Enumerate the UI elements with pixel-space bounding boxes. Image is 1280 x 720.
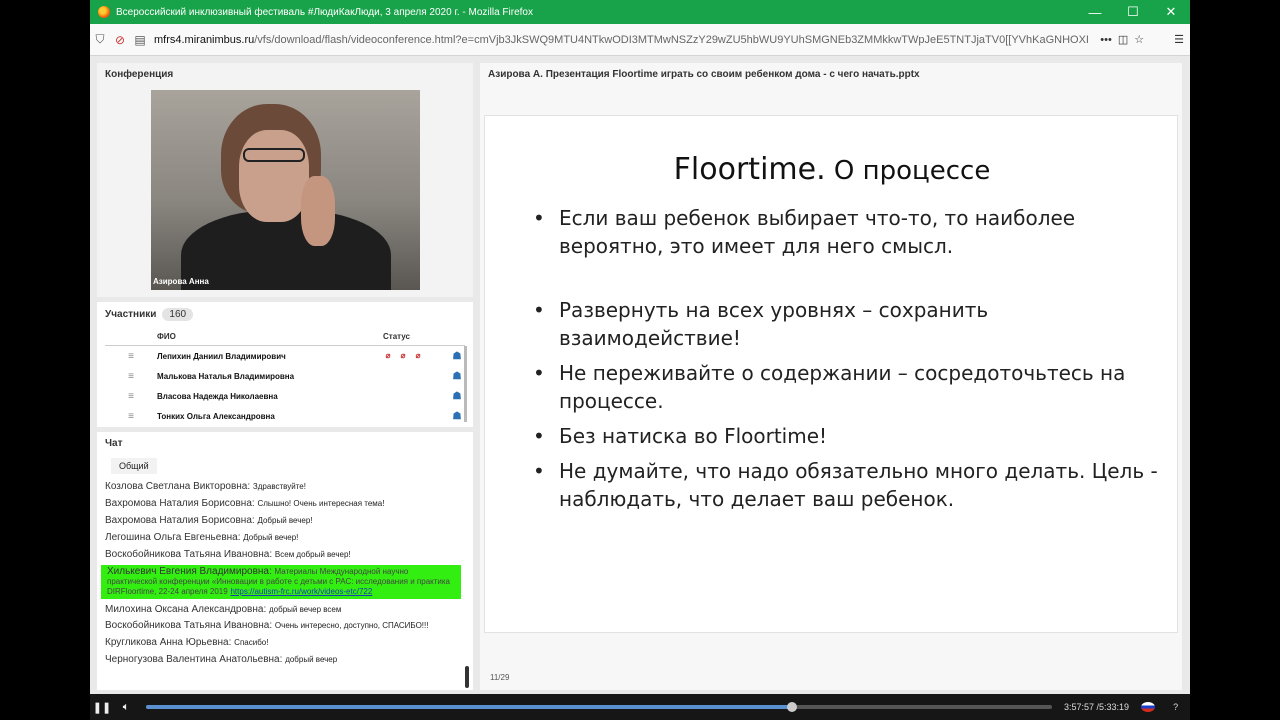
chat-tab-general[interactable]: Общий	[111, 458, 157, 474]
participant-row[interactable]: ≡ Малькова Наталья Владимировна ☗	[105, 366, 465, 386]
maximize-button[interactable]: ☐	[1114, 4, 1152, 20]
slide-bullet: Без натиска во Floortime!	[529, 422, 1159, 450]
help-button[interactable]: ?	[1173, 702, 1178, 712]
participant-name: Малькова Наталья Владимировна	[157, 371, 295, 381]
participant-row[interactable]: ≡ Лепихин Даниил Владимирович ⌀ ⌀ ⌀ ☗	[105, 346, 465, 366]
col-status-header: Статус	[383, 332, 410, 341]
video-caption: Азирова Анна	[153, 277, 209, 286]
chat-message: Милохина Оксана Александровна: добрый ве…	[105, 604, 342, 615]
close-button[interactable]: ✕	[1152, 4, 1190, 20]
url-path: /vfs/download/flash/videoconference.html…	[254, 33, 1089, 46]
chat-message: Легошина Ольга Евгеньевна: Добрый вечер!	[105, 532, 299, 543]
camera-muted-icon[interactable]: ⌀	[398, 351, 408, 361]
participant-row[interactable]: ≡ Тонких Ольга Александровна ☗	[105, 406, 465, 426]
volume-icon[interactable]: 🔈︎	[114, 701, 138, 714]
conference-title: Конференция	[105, 69, 174, 80]
user-icon: ☗	[452, 410, 462, 422]
chat-message-highlighted: Хилькевич Евгения Владимировна: Материал…	[101, 565, 461, 599]
shield-icon[interactable]: ⛉	[90, 32, 110, 47]
window-titlebar: Всероссийский инклюзивный фестиваль #Люд…	[90, 0, 1190, 24]
slide-bullet: Не думайте, что надо обязательно много д…	[529, 457, 1159, 513]
seek-handle[interactable]	[786, 702, 797, 712]
slide: Floortime. О процессе Если ваш ребенок в…	[484, 115, 1178, 633]
chat-message: Воскобойникова Татьяна Ивановна: Очень и…	[105, 620, 429, 631]
participants-header: ФИО Статус	[105, 328, 465, 346]
participant-name: Власова Надежда Николаевна	[157, 391, 278, 401]
participant-name: Тонких Ольга Александровна	[157, 411, 275, 421]
user-icon: ☗	[452, 390, 462, 402]
chat-message: Козлова Светлана Викторовна: Здравствуйт…	[105, 481, 306, 492]
chat-message: Воскобойникова Татьяна Ивановна: Всем до…	[105, 549, 351, 560]
drag-handle-icon[interactable]: ≡	[105, 351, 157, 362]
player-bar: ❚❚ 🔈︎ 3:57:57 /5:33:19 ?	[90, 694, 1190, 720]
browser-navbar: ⛉ ⊘ ▤ mfrs4.miranimbus.ru/vfs/download/f…	[90, 24, 1190, 56]
video-feed[interactable]: Азирова Анна	[151, 90, 420, 290]
slide-bullets: Если ваш ребенок выбирает что-то, то наи…	[529, 204, 1159, 520]
slide-bullet: Развернуть на всех уровнях – сохранить в…	[529, 296, 1159, 352]
presentation-header: Азирова А. Презентация Floortime играть …	[488, 69, 920, 80]
participants-table: ФИО Статус ≡ Лепихин Даниил Владимирович…	[105, 328, 465, 426]
speaker-face	[239, 130, 309, 222]
page-actions-button[interactable]: •••	[1100, 34, 1112, 46]
presentation-panel: Азирова А. Презентация Floortime играть …	[480, 63, 1182, 690]
user-icon: ☗	[452, 350, 462, 362]
screen-muted-icon[interactable]: ⌀	[413, 351, 423, 361]
chat-message-list[interactable]: Козлова Светлана Викторовна: Здравствуйт…	[97, 478, 465, 688]
chat-panel: Чат Общий Козлова Светлана Викторовна: З…	[97, 432, 473, 690]
page-icon: ▤	[134, 32, 146, 47]
mic-muted-icon[interactable]: ⌀	[383, 351, 393, 361]
slide-bullet: Не переживайте о содержании – сосредоточ…	[529, 359, 1159, 415]
url-field[interactable]: mfrs4.miranimbus.ru/vfs/download/flash/v…	[150, 34, 1100, 46]
menu-icon[interactable]: ☰	[1174, 33, 1184, 46]
seek-progress	[146, 705, 792, 709]
window-title: Всероссийский инклюзивный фестиваль #Люд…	[116, 6, 533, 18]
participants-panel: Участники 160 ФИО Статус ≡ Лепихин Дании…	[97, 302, 473, 427]
drag-handle-icon[interactable]: ≡	[105, 391, 157, 402]
participants-count-badge: 160	[162, 308, 194, 321]
chat-message: Черногузова Валентина Анатольевна: добры…	[105, 654, 338, 665]
permission-blocked-icon[interactable]: ⊘	[110, 33, 130, 47]
playback-time: 3:57:57 /5:33:19	[1064, 702, 1130, 712]
col-name-header: ФИО	[157, 332, 176, 341]
chat-scrollbar[interactable]	[465, 666, 469, 688]
firefox-icon	[98, 6, 110, 18]
drag-handle-icon[interactable]: ≡	[105, 371, 157, 382]
chat-message: Вахромова Наталия Борисовна: Добрый вече…	[105, 515, 313, 526]
slide-title: Floortime. О процессе	[673, 152, 991, 187]
chat-message: Кругликова Анна Юрьевна: Спасибо!	[105, 637, 269, 648]
speaker-body	[181, 210, 391, 290]
pocket-icon[interactable]: ◫	[1118, 33, 1128, 46]
speaker-glasses	[243, 148, 305, 162]
drag-handle-icon[interactable]: ≡	[105, 411, 157, 422]
seek-bar[interactable]	[146, 702, 1052, 712]
language-flag-icon[interactable]	[1141, 702, 1156, 712]
pause-icon[interactable]: ❚❚	[90, 701, 114, 714]
user-icon: ☗	[452, 370, 462, 382]
participant-row[interactable]: ≡ Власова Надежда Николаевна ☗	[105, 386, 465, 406]
url-domain: mfrs4.miranimbus.ru	[154, 33, 255, 46]
chat-link[interactable]: https://autism-frc.ru/work/videos-etc/72…	[230, 587, 372, 596]
speaker-hand	[301, 176, 335, 246]
slide-bullet: Если ваш ребенок выбирает что-то, то наи…	[529, 204, 1159, 260]
chat-title: Чат	[105, 438, 123, 449]
participants-title: Участники	[105, 309, 157, 320]
conference-panel: Конференция Азирова Анна	[97, 63, 473, 297]
minimize-button[interactable]: —	[1076, 5, 1114, 20]
chat-message: Вахромова Наталия Борисовна: Слышно! Оче…	[105, 498, 385, 509]
screen: Всероссийский инклюзивный фестиваль #Люд…	[90, 0, 1190, 720]
slide-page-counter: 11/29	[490, 673, 510, 682]
participant-name: Лепихин Даниил Владимирович	[157, 351, 286, 361]
bookmark-star-icon[interactable]: ☆	[1134, 33, 1144, 46]
participants-scrollbar[interactable]	[464, 346, 467, 422]
